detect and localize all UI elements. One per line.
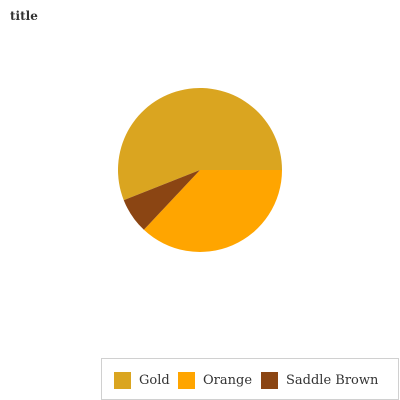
legend-swatch-gold (114, 371, 131, 389)
legend: Gold Orange Saddle Brown (101, 358, 399, 400)
legend-item-gold: Gold (114, 371, 170, 389)
legend-item-saddle-brown: Saddle Brown (261, 371, 378, 389)
legend-item-orange: Orange (178, 371, 252, 389)
legend-swatch-orange (178, 371, 195, 389)
legend-swatch-saddle-brown (261, 371, 278, 389)
legend-label-gold: Gold (139, 372, 170, 388)
legend-label-saddle-brown: Saddle Brown (286, 372, 379, 388)
pie-chart (118, 87, 282, 253)
legend-label-orange: Orange (203, 372, 253, 388)
